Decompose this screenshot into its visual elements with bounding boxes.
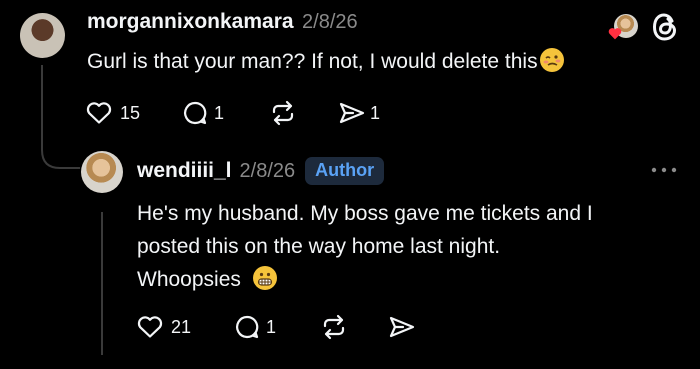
- comment-text: Gurl is that your man?? If not, I would …: [87, 47, 564, 77]
- comment-text-content: Gurl is that your man?? If not, I would …: [87, 50, 538, 73]
- reply-date: 2/8/26: [239, 159, 296, 182]
- comment-share-count: 1: [370, 102, 381, 123]
- comment-icon: [236, 315, 259, 339]
- reply-reply-button[interactable]: 1: [234, 314, 276, 340]
- commenter-avatar[interactable]: [20, 13, 65, 58]
- share-icon[interactable]: [388, 315, 416, 339]
- share-icon: [339, 102, 365, 124]
- comment-date: 2/8/26: [302, 11, 358, 33]
- reply-text-line-2: posted this on the way home last night.: [137, 235, 501, 258]
- threads-logo-icon[interactable]: [651, 12, 679, 42]
- more-icon[interactable]: [650, 166, 678, 174]
- author-avatar[interactable]: [81, 151, 123, 193]
- reply-text-line-3: Whoopsies: [137, 268, 241, 291]
- commenter-username[interactable]: morgannixonkamara: [87, 10, 294, 33]
- comment-header: morgannixonkamara 2/8/26: [87, 10, 358, 34]
- repost-icon[interactable]: [269, 100, 297, 126]
- reply-text: He's my husband. My boss gave me tickets…: [137, 197, 593, 296]
- comment-share-button[interactable]: 1: [338, 100, 380, 126]
- reply-text-line-3-wrap: Whoopsies: [137, 263, 593, 296]
- comment-like-button[interactable]: 15: [86, 100, 140, 126]
- grimacing-face-emoji-icon: [252, 266, 277, 290]
- liked-by-author-indicator: [608, 14, 638, 42]
- comment-reply-count: 1: [214, 102, 225, 123]
- reply-like-button[interactable]: 21: [137, 314, 191, 340]
- repost-icon[interactable]: [320, 314, 348, 340]
- heart-icon: [137, 316, 163, 338]
- reply-header: wendiiii_l 2/8/26 Author: [137, 157, 385, 185]
- reply-reply-count: 1: [266, 316, 277, 337]
- reply-text-line-1: He's my husband. My boss gave me tickets…: [137, 202, 593, 225]
- author-badge: Author: [305, 157, 385, 185]
- heart-badge-icon: [608, 28, 622, 40]
- comment-like-count: 15: [120, 102, 141, 123]
- comment-icon: [184, 101, 207, 125]
- comment-reply-button[interactable]: 1: [182, 100, 224, 126]
- heart-icon: [86, 102, 112, 124]
- woozy-face-emoji-icon: [539, 48, 564, 72]
- author-username[interactable]: wendiiii_l: [137, 159, 232, 183]
- reply-like-count: 21: [171, 316, 192, 337]
